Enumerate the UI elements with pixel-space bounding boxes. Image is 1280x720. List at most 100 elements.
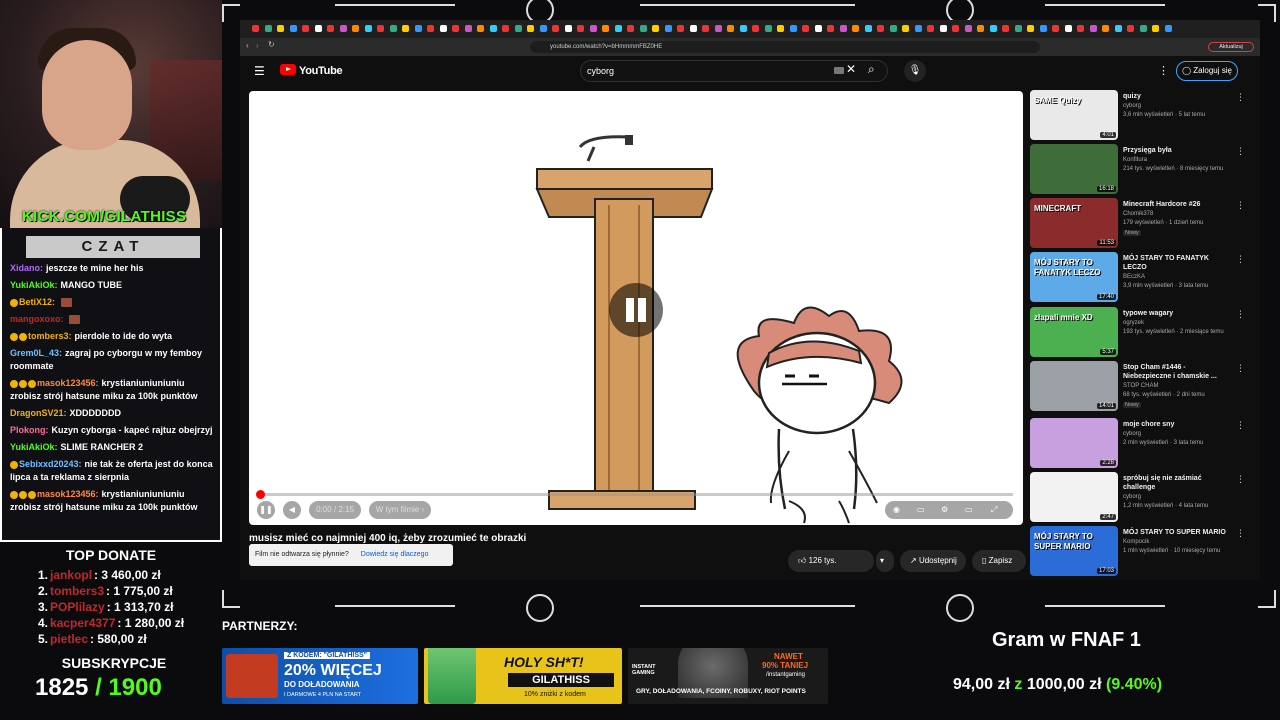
forward-icon[interactable]: ›	[256, 41, 259, 50]
recommended-video[interactable]: 2:47 spróbuj się nie zaśmiać challenge cyb…	[1030, 472, 1252, 524]
recommended-video[interactable]: 16:18 Przysięga była Konfitura 214 tys. wyś…	[1030, 144, 1252, 196]
browser-tab[interactable]	[464, 25, 472, 32]
more-options-icon[interactable]: ⋮	[1236, 146, 1245, 157]
more-options-icon[interactable]: ⋮	[1236, 420, 1245, 431]
menu-icon[interactable]: ☰	[254, 64, 265, 78]
miniplayer-icon[interactable]: ▭	[965, 501, 973, 519]
recommended-title[interactable]: Przysięga była	[1123, 146, 1233, 155]
subtitles-icon[interactable]: ▭	[917, 501, 925, 519]
browser-tab[interactable]	[352, 25, 359, 32]
browser-tab[interactable]	[789, 25, 797, 32]
video-player[interactable]: ❚❚ ◀ 0:00 / 2:15 W tym filmie › ◉ ▭ ⚙ ▭ …	[249, 91, 1023, 525]
browser-tab[interactable]	[1102, 25, 1109, 32]
browser-tab[interactable]	[264, 25, 272, 32]
clear-search-icon[interactable]: ✕	[846, 62, 856, 76]
like-button[interactable]: 👍︎ 126 tys.	[788, 550, 874, 572]
browser-tab[interactable]	[427, 25, 434, 32]
casehug-ad[interactable]: Z KODEM: "GILATHISS" 20% WIĘCEJ DO DOŁAD…	[222, 648, 418, 704]
keyboard-icon[interactable]	[834, 67, 844, 74]
browser-tab[interactable]	[452, 25, 459, 32]
recommended-video[interactable]: SAME Quizy 4:01 quizy cyborg 3,6 mln wyświet…	[1030, 90, 1252, 142]
browser-tab[interactable]	[614, 25, 622, 32]
recommended-video[interactable]: 2:28 moje chore sny cyborg 2 mln wyświetleń…	[1030, 418, 1252, 470]
browser-tab[interactable]	[989, 25, 997, 32]
browser-tab[interactable]	[289, 25, 297, 32]
browser-tab[interactable]	[827, 25, 834, 32]
browser-tab[interactable]	[977, 25, 984, 32]
more-options-icon[interactable]: ⋮	[1236, 309, 1245, 320]
youtube-logo[interactable]: YouTube	[280, 64, 343, 77]
browser-tab[interactable]	[902, 25, 909, 32]
sign-in-button[interactable]: ◯ Zaloguj się	[1176, 61, 1238, 81]
browser-tab[interactable]	[652, 25, 659, 32]
browser-tab[interactable]	[689, 25, 697, 32]
tab-bar[interactable]	[240, 20, 1260, 38]
browser-tab[interactable]	[589, 25, 597, 32]
more-options-icon[interactable]: ⋮	[1236, 254, 1245, 265]
browser-tab[interactable]	[702, 25, 709, 32]
browser-tab[interactable]	[327, 25, 334, 32]
chat-username[interactable]: mangoxoxo:	[10, 314, 64, 324]
more-options-icon[interactable]: ⋮	[1236, 474, 1245, 485]
browser-tab[interactable]	[964, 25, 972, 32]
video-thumbnail[interactable]: 16:18	[1030, 144, 1118, 194]
browser-tab[interactable]	[514, 25, 522, 32]
browser-tab[interactable]	[314, 25, 322, 32]
channel-name[interactable]: cyborg	[1123, 494, 1141, 500]
pause-overlay-icon[interactable]	[609, 283, 663, 337]
browser-tab[interactable]	[1152, 25, 1159, 32]
more-options-icon[interactable]: ⋮	[1158, 64, 1169, 77]
browser-tab[interactable]	[1139, 25, 1147, 32]
play-pause-button[interactable]: ❚❚	[257, 501, 275, 519]
voice-search-icon[interactable]: 🎙	[904, 60, 926, 82]
browser-tab[interactable]	[664, 25, 672, 32]
browser-tab[interactable]	[1127, 25, 1134, 32]
browser-tab[interactable]	[802, 25, 809, 32]
browser-tab[interactable]	[764, 25, 772, 32]
video-thumbnail[interactable]: 2:47	[1030, 472, 1118, 522]
back-icon[interactable]: ‹	[246, 41, 249, 50]
browser-tab[interactable]	[839, 25, 847, 32]
browser-tab[interactable]	[1164, 25, 1172, 32]
browser-tab[interactable]	[952, 25, 959, 32]
share-button[interactable]: ↗ Udostępnij	[900, 550, 966, 572]
browser-tab[interactable]	[552, 25, 559, 32]
browser-tab[interactable]	[939, 25, 947, 32]
channel-name[interactable]: Konfitura	[1123, 157, 1147, 163]
recommended-title[interactable]: spróbuj się nie zaśmiać challenge	[1123, 474, 1233, 492]
browser-tab[interactable]	[814, 25, 822, 32]
more-options-icon[interactable]: ⋮	[1236, 92, 1245, 103]
more-options-icon[interactable]: ⋮	[1236, 528, 1245, 539]
browser-tab[interactable]	[877, 25, 884, 32]
channel-name[interactable]: cyborg	[1123, 103, 1141, 109]
chat-username[interactable]: masok123456:	[37, 378, 99, 388]
chapter-button[interactable]: W tym filmie ›	[369, 501, 431, 519]
chat-username[interactable]: YukiAkiOk:	[10, 442, 58, 452]
chat-username[interactable]: Sebixxd20243:	[19, 459, 82, 469]
chat-username[interactable]: BetiX12:	[19, 297, 55, 307]
video-thumbnail[interactable]: MÓJ STARY TO FANATYK LECZO 17:40	[1030, 252, 1118, 302]
progress-bar[interactable]	[256, 490, 1013, 499]
channel-name[interactable]: cyborg	[1123, 431, 1141, 437]
browser-tab[interactable]	[1052, 25, 1059, 32]
reload-icon[interactable]: ↻	[268, 40, 275, 49]
video-thumbnail[interactable]: SAME Quizy 4:01	[1030, 90, 1118, 140]
browser-tab[interactable]	[1077, 25, 1084, 32]
dislike-button[interactable]: ▾	[876, 550, 894, 572]
browser-tab[interactable]	[402, 25, 409, 32]
recommended-title[interactable]: Stop Cham #1446 - Niebezpieczne i chamsk…	[1123, 363, 1233, 381]
chat-username[interactable]: YukiAkiOk:	[10, 280, 58, 290]
browser-tab[interactable]	[389, 25, 397, 32]
chat-username[interactable]: Plokong:	[10, 425, 49, 435]
browser-tab[interactable]	[302, 25, 309, 32]
browser-tab[interactable]	[1064, 25, 1072, 32]
browser-tab[interactable]	[1114, 25, 1122, 32]
chat-username[interactable]: tombers3:	[28, 331, 72, 341]
fullscreen-icon[interactable]: ⤢	[991, 501, 997, 519]
browser-tab[interactable]	[727, 25, 734, 32]
channel-name[interactable]: ogryzek	[1123, 320, 1144, 326]
browser-tab[interactable]	[1039, 25, 1047, 32]
browser-tab[interactable]	[1002, 25, 1009, 32]
recommended-video[interactable]: złapali mnie XD 5:37 typowe wagary ogryzek 1…	[1030, 307, 1252, 359]
browser-tab[interactable]	[752, 25, 759, 32]
